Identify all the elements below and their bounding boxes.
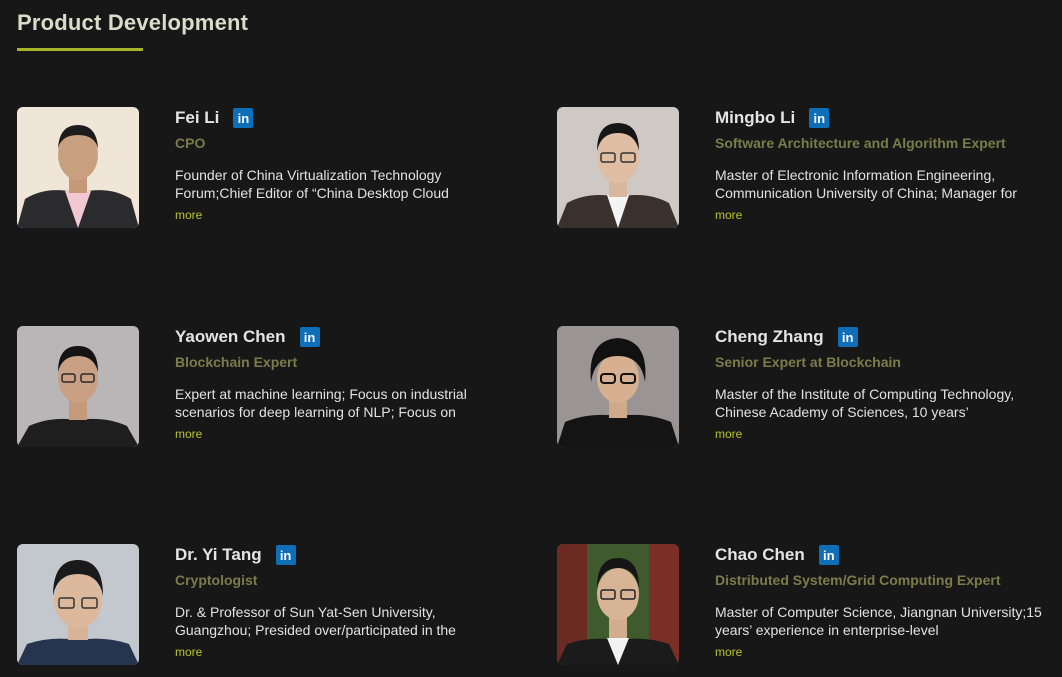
member-name: Dr. Yi Tang xyxy=(175,545,262,564)
member-role: Cryptologist xyxy=(175,572,258,588)
member-description: Master of Electronic Information Enginee… xyxy=(715,167,1017,201)
member-photo xyxy=(557,107,679,228)
more-link[interactable]: more xyxy=(715,645,1045,659)
title-underline xyxy=(17,48,143,51)
linkedin-icon[interactable]: in xyxy=(233,108,254,128)
member-card: Chao Chen in Distributed System/Grid Com… xyxy=(557,544,1057,669)
member-card: Yaowen Chen in Blockchain Expert Expert … xyxy=(17,326,517,451)
member-card: Mingbo Li in Software Architecture and A… xyxy=(557,107,1057,232)
linkedin-icon[interactable]: in xyxy=(275,545,296,565)
member-photo xyxy=(17,107,139,228)
member-description: Dr. & Professor of Sun Yat-Sen Universit… xyxy=(175,604,456,638)
member-role: Blockchain Expert xyxy=(175,354,298,370)
member-description: Master of Computer Science, Jiangnan Uni… xyxy=(715,604,1042,638)
member-name: Cheng Zhang xyxy=(715,327,824,346)
member-role: Software Architecture and Algorithm Expe… xyxy=(715,135,1006,151)
linkedin-icon[interactable]: in xyxy=(837,327,858,347)
linkedin-icon[interactable]: in xyxy=(299,327,320,347)
section-title: Product Development xyxy=(17,10,249,35)
linkedin-icon[interactable]: in xyxy=(818,545,839,565)
member-card: Fei Li in CPO Founder of China Virtualiz… xyxy=(17,107,517,232)
member-description: Master of the Institute of Computing Tec… xyxy=(715,386,1015,420)
member-role: CPO xyxy=(175,135,206,151)
member-name: Chao Chen xyxy=(715,545,805,564)
member-photo xyxy=(557,326,679,447)
member-photo xyxy=(557,544,679,665)
member-name: Yaowen Chen xyxy=(175,327,286,346)
member-name: Fei Li xyxy=(175,108,220,127)
more-link[interactable]: more xyxy=(175,208,505,222)
member-name: Mingbo Li xyxy=(715,108,796,127)
more-link[interactable]: more xyxy=(715,208,1045,222)
member-description: Founder of China Virtualization Technolo… xyxy=(175,167,449,201)
member-photo xyxy=(17,544,139,665)
member-description: Expert at machine learning; Focus on ind… xyxy=(175,386,467,420)
member-role: Distributed System/Grid Computing Expert xyxy=(715,572,1001,588)
more-link[interactable]: more xyxy=(715,427,1045,441)
member-role: Senior Expert at Blockchain xyxy=(715,354,901,370)
more-link[interactable]: more xyxy=(175,645,505,659)
member-photo xyxy=(17,326,139,447)
member-card: Dr. Yi Tang in Cryptologist Dr. & Profes… xyxy=(17,544,517,669)
member-card: Cheng Zhang in Senior Expert at Blockcha… xyxy=(557,326,1057,451)
more-link[interactable]: more xyxy=(175,427,505,441)
linkedin-icon[interactable]: in xyxy=(809,108,830,128)
